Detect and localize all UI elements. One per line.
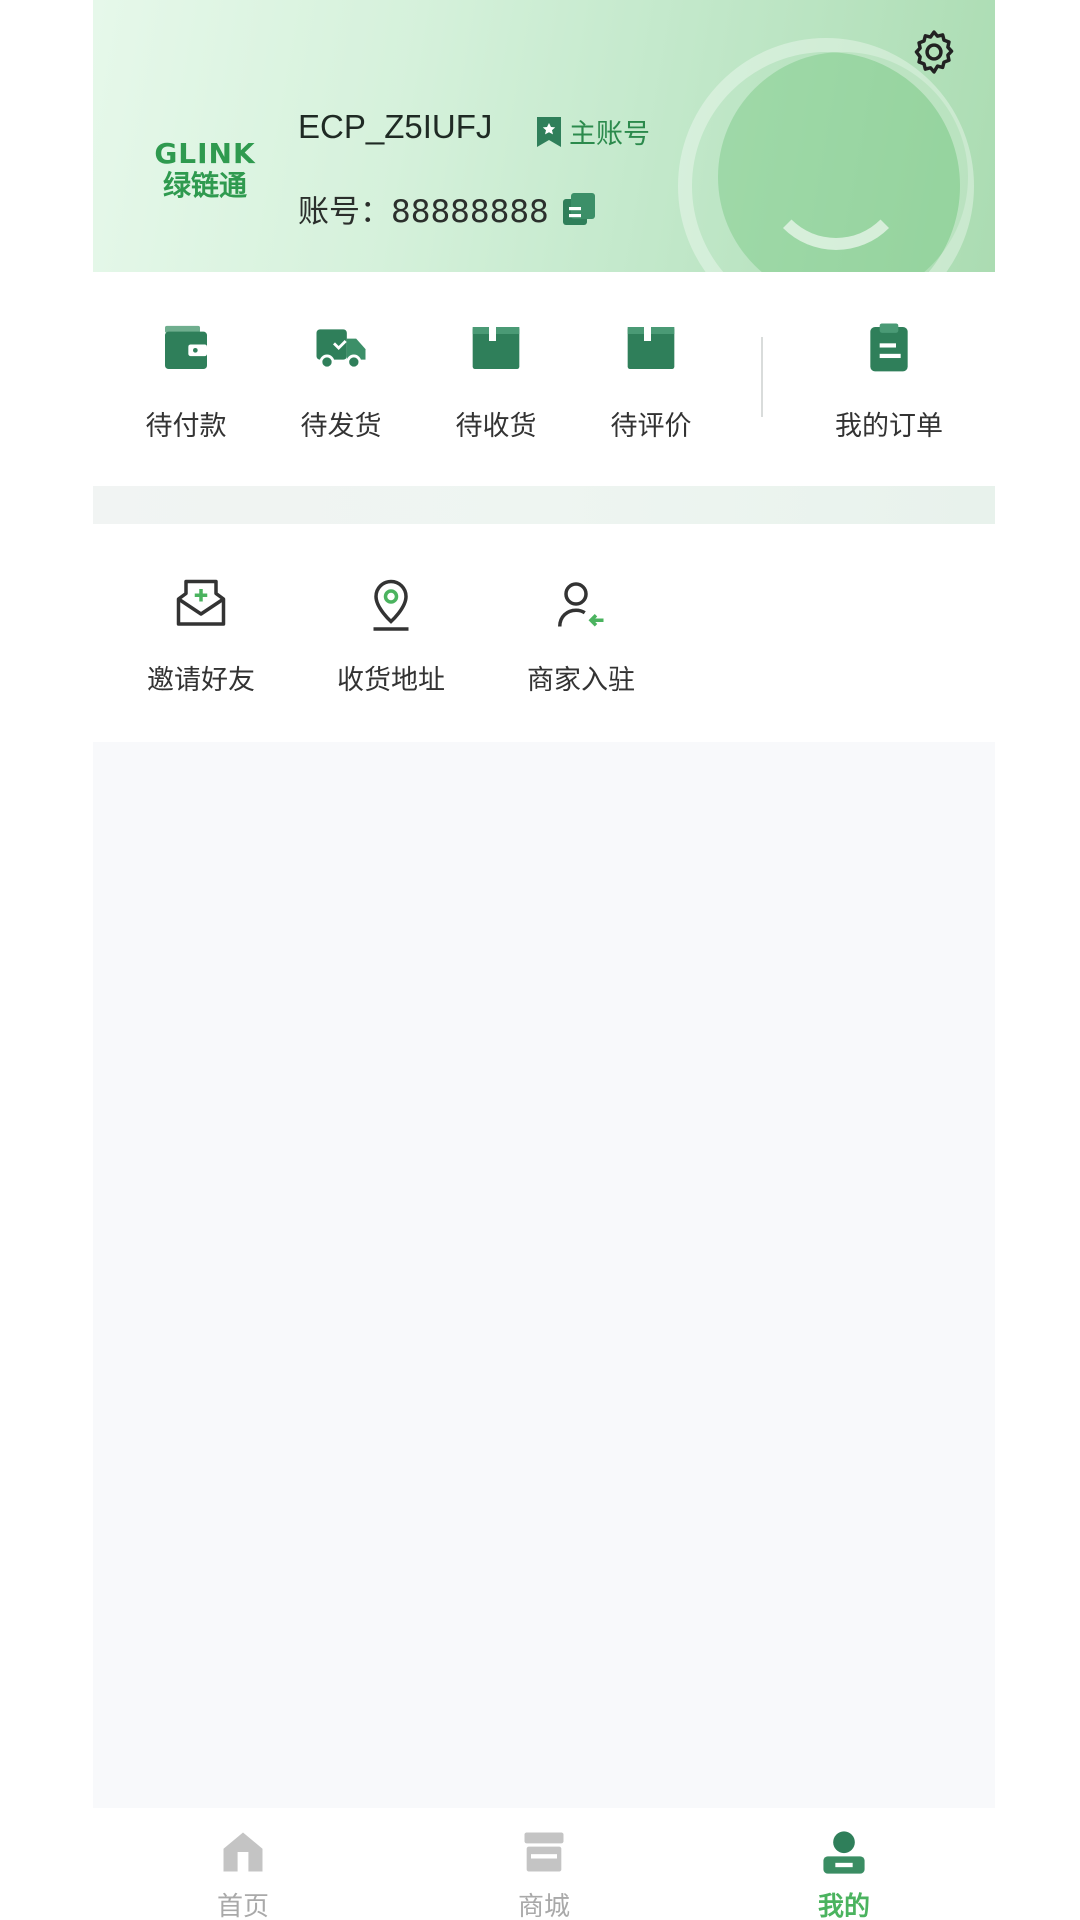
location-pin-icon: [373, 579, 409, 631]
merchant-user-icon: [558, 582, 604, 627]
my-orders-button[interactable]: 我的订单: [824, 320, 954, 443]
store-icon: [524, 1832, 564, 1872]
profile-header: GLINK 绿链通 ECP_Z5IUFJ 主账号 账号：88888888: [93, 0, 995, 272]
shipping-address-button[interactable]: 收货地址: [316, 574, 466, 697]
order-pending-shipment[interactable]: 待发货: [276, 320, 406, 443]
truck-icon: [316, 329, 366, 370]
order-pending-review[interactable]: 待评价: [586, 320, 716, 443]
order-pending-payment[interactable]: 待付款: [121, 320, 251, 443]
app-logo: GLINK 绿链通: [154, 137, 256, 202]
services-card: 邀请好友 收货地址 商家入驻: [93, 524, 995, 742]
invite-mail-icon: [176, 579, 226, 626]
bottom-tab-bar: 首页 商城 我的: [93, 1808, 995, 1920]
copy-icon[interactable]: [561, 191, 597, 227]
bookmark-star-icon: [537, 116, 561, 147]
merchant-join-button[interactable]: 商家入驻: [506, 574, 656, 697]
account-number-text: 账号：88888888: [298, 194, 549, 230]
header-decoration-smile: [761, 100, 911, 250]
main-account-badge: 主账号: [535, 112, 650, 151]
orders-divider: [761, 337, 763, 417]
tab-mall[interactable]: 商城: [484, 1826, 604, 1920]
badge-label: 主账号: [569, 119, 650, 150]
home-icon: [223, 1832, 263, 1872]
wallet-icon: [165, 325, 207, 369]
profile-screen: GLINK 绿链通 ECP_Z5IUFJ 主账号 账号：88888888 待付款…: [93, 0, 995, 1920]
settings-gear-icon[interactable]: [908, 26, 960, 78]
order-pending-receipt[interactable]: 待收货: [431, 320, 561, 443]
box-icon: [627, 327, 675, 369]
tab-mine[interactable]: 我的: [784, 1826, 904, 1920]
box-icon: [472, 327, 520, 369]
invite-friends-button[interactable]: 邀请好友: [126, 574, 276, 697]
username-text: ECP_Z5IUFJ: [298, 108, 493, 145]
account-number-row: 账号：88888888: [298, 186, 597, 231]
profile-icon: [823, 1831, 865, 1874]
orders-card: 待付款 待发货 待收货 待评价 我的订单: [93, 272, 995, 486]
section-separator: [93, 486, 995, 524]
clipboard-icon: [870, 323, 908, 372]
tab-home[interactable]: 首页: [183, 1826, 303, 1920]
